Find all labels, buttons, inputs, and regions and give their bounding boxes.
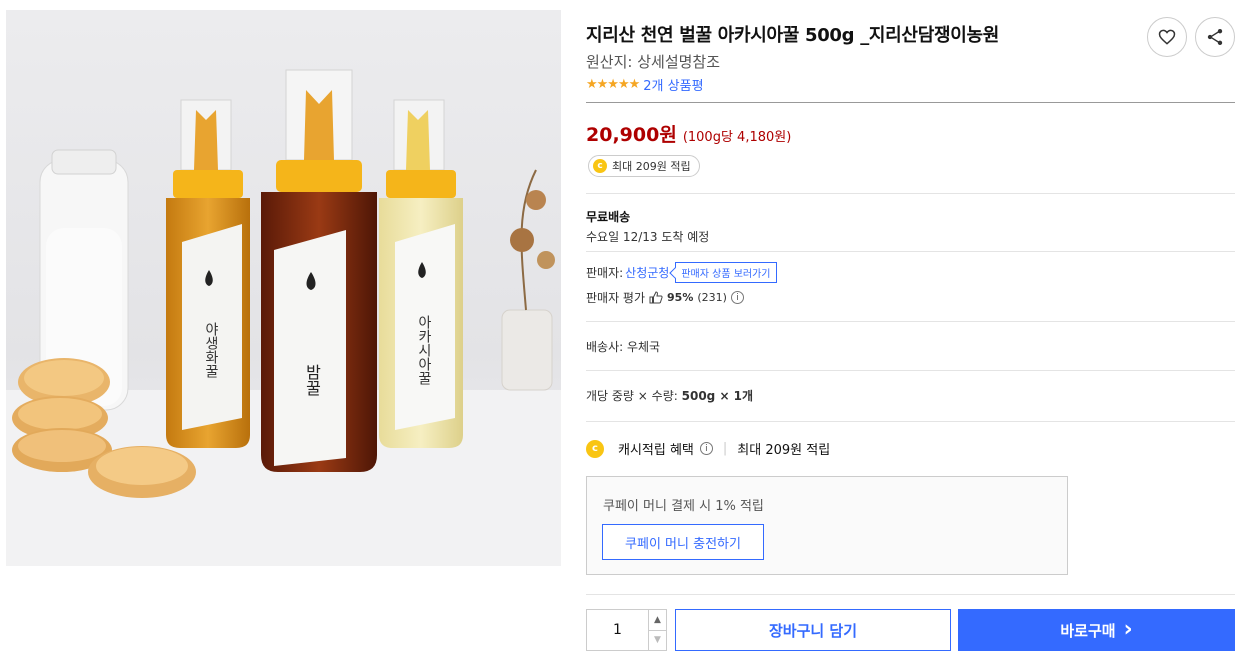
divider bbox=[586, 193, 1235, 194]
weight-label: 개당 중량 × 수량: bbox=[586, 389, 678, 403]
coin-icon: c bbox=[593, 159, 607, 173]
seller-rating-row: 판매자 평가 95% (231) i bbox=[586, 289, 744, 306]
wishlist-button[interactable] bbox=[1147, 17, 1187, 57]
seller-eval-count: (231) bbox=[697, 291, 727, 304]
product-info-panel: 지리산 천연 벌꿀 아카시아꿀 500g _지리산담쟁이농원 원산지: 상세설명… bbox=[586, 0, 1236, 656]
chevron-right-icon: › bbox=[1123, 617, 1133, 642]
coupay-text: 쿠페이 머니 결제 시 1% 적립 bbox=[603, 499, 764, 514]
coin-icon: c bbox=[586, 439, 604, 458]
courier: 배송사: 우체국 bbox=[586, 340, 661, 354]
price-row: 20,900원 (100g당 4,180원) bbox=[586, 120, 791, 147]
share-icon bbox=[1207, 29, 1223, 45]
chevron-up-icon[interactable]: ▲ bbox=[649, 610, 666, 630]
quantity-stepper: ▲ ▼ bbox=[586, 609, 667, 651]
weight-quantity: 개당 중량 × 수량: 500g × 1개 bbox=[586, 387, 753, 404]
rating-stars: ★★★★★ bbox=[586, 76, 640, 92]
cash-benefit-row: c 캐시적립 혜택 i | 최대 209원 적립 bbox=[586, 439, 830, 458]
divider bbox=[586, 251, 1235, 252]
seller-products-button[interactable]: 판매자 상품 보러가기 bbox=[675, 262, 777, 283]
divider bbox=[586, 594, 1235, 595]
separator: | bbox=[722, 441, 728, 456]
delivery-date: 수요일 12/13 도착 예정 bbox=[586, 230, 710, 244]
seller-label: 판매자: bbox=[586, 266, 624, 280]
add-to-cart-button[interactable]: 장바구니 담기 bbox=[675, 609, 951, 651]
bottle-label-1: 야생화꿀 bbox=[203, 322, 219, 378]
thumbs-up-icon bbox=[649, 291, 663, 304]
bottle-label-3: 아카시아꿀 bbox=[416, 315, 432, 385]
divider bbox=[586, 321, 1235, 322]
seller-row: 판매자: 산청군청 판매자 상품 보러가기 bbox=[586, 262, 777, 283]
share-button[interactable] bbox=[1195, 17, 1235, 57]
cash-reward-badge: c 최대 209원 적립 bbox=[588, 155, 700, 177]
buy-now-button[interactable]: 바로구매 › bbox=[958, 609, 1235, 651]
cash-benefit-label: 캐시적립 혜택 bbox=[618, 443, 694, 458]
cash-badge-text: 최대 209원 적립 bbox=[612, 160, 691, 173]
seller-eval-percent: 95% bbox=[667, 291, 694, 304]
heart-icon bbox=[1158, 29, 1176, 45]
divider bbox=[586, 370, 1235, 371]
unit-price: (100g당 4,180원) bbox=[682, 130, 792, 145]
quantity-input[interactable] bbox=[587, 610, 648, 650]
coupay-charge-button[interactable]: 쿠페이 머니 충전하기 bbox=[602, 524, 764, 560]
sale-price: 20,900원 bbox=[586, 124, 677, 146]
cash-benefit-value: 최대 209원 적립 bbox=[737, 443, 831, 458]
review-count-link[interactable]: 2개 상품평 bbox=[643, 75, 703, 94]
product-title: 지리산 천연 벌꿀 아카시아꿀 500g _지리산담쟁이농원 bbox=[586, 25, 999, 46]
product-origin: 원산지: 상세설명참조 bbox=[586, 53, 721, 71]
shipping-title: 무료배송 bbox=[586, 210, 631, 224]
weight-value: 500g × 1개 bbox=[681, 389, 754, 403]
product-image[interactable]: 야생화꿀 아카시아꿀 밤꿀 bbox=[6, 10, 561, 566]
divider bbox=[586, 102, 1235, 103]
coupay-box: 쿠페이 머니 결제 시 1% 적립 쿠페이 머니 충전하기 bbox=[586, 476, 1068, 575]
seller-name-link[interactable]: 산청군청 bbox=[625, 264, 669, 281]
product-rating: ★★★★★ 2개 상품평 bbox=[586, 75, 704, 94]
seller-eval-label: 판매자 평가 bbox=[586, 291, 646, 305]
divider bbox=[586, 421, 1235, 422]
info-icon[interactable]: i bbox=[730, 291, 744, 304]
bottle-label-2: 밤꿀 bbox=[303, 364, 322, 396]
chevron-down-icon[interactable]: ▼ bbox=[649, 629, 666, 651]
info-icon[interactable]: i bbox=[699, 442, 713, 455]
buy-now-label: 바로구매 bbox=[1060, 621, 1116, 640]
